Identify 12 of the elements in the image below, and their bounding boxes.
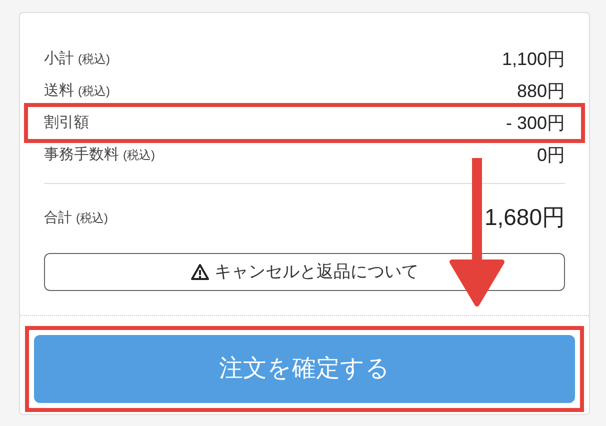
total-amount: 1,680円 (484, 202, 565, 232)
warning-icon (190, 264, 208, 280)
fee-amount: 1,100円 (502, 48, 565, 70)
fee-label: 割引額 (44, 112, 89, 133)
cancel-return-info-button[interactable]: キャンセルと返品について (44, 253, 565, 291)
fee-label: 送料 (税込) (44, 80, 110, 101)
fee-amount: 0円 (536, 144, 565, 166)
fee-label: 小計 (税込) (44, 48, 110, 69)
fee-label: 事務手数料 (税込) (44, 144, 155, 165)
fee-amount: - 300円 (506, 112, 565, 134)
fee-amount: 880円 (516, 80, 565, 102)
total-label: 合計 (税込) (44, 208, 108, 226)
